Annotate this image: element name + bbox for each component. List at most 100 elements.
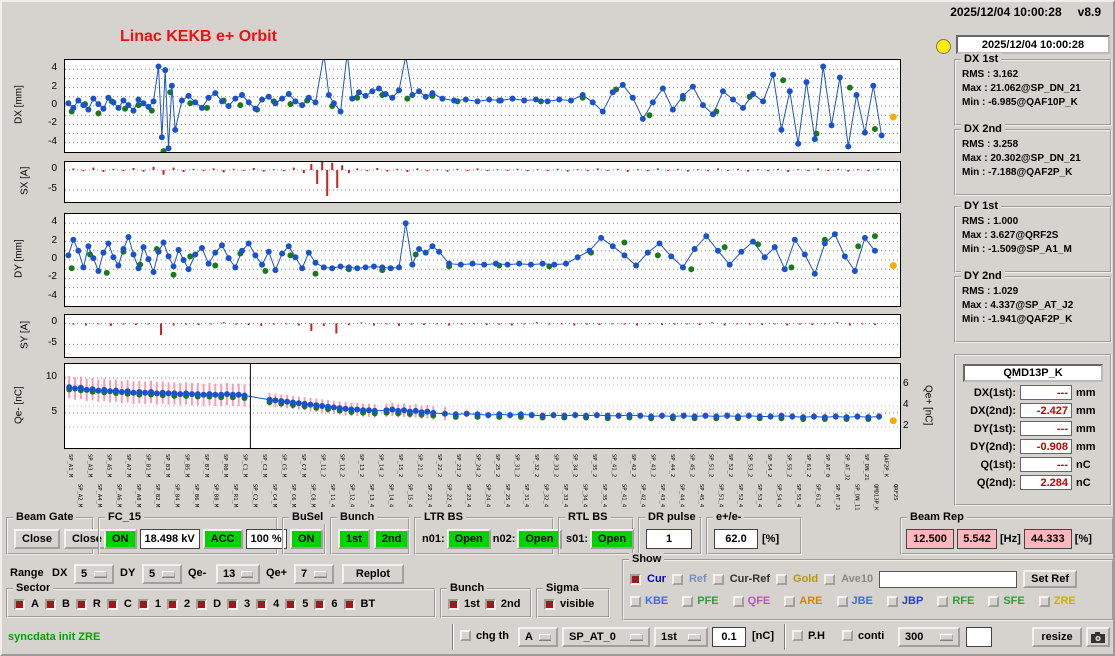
dy-1st-stats: DY 1st RMS : 1.000 Max : 3.627@QRF2S Min… <box>954 200 1112 273</box>
range-dy-select[interactable]: 5 <box>142 564 182 584</box>
show-sfe-checkbox[interactable] <box>988 595 1000 607</box>
monitor-row-value: --- <box>1020 457 1072 472</box>
svg-text:SP_AT_0: SP_AT_0 <box>824 454 830 477</box>
sector-toggle-5[interactable] <box>285 598 297 610</box>
threshold-value[interactable]: 0.1 <box>712 627 746 647</box>
monitor-row-label: Q(1st): <box>980 458 1016 471</box>
chg-th-checkbox[interactable] <box>460 630 471 641</box>
svg-text:SP_C8_M: SP_C8_M <box>310 484 316 508</box>
rtl-s01-open-button[interactable]: Open <box>590 529 635 549</box>
svg-text:SP_34_4: SP_34_4 <box>581 484 587 508</box>
mode-select[interactable]: A <box>518 627 558 647</box>
show-zre-label: ZRE <box>1053 595 1076 607</box>
svg-text:SP_25_2: SP_25_2 <box>494 454 500 477</box>
sector-toggle-a[interactable] <box>14 598 25 610</box>
replot-button[interactable]: Replot <box>342 564 404 584</box>
svg-text:SP_31_2: SP_31_2 <box>513 454 519 477</box>
svg-text:SP_A7_M: SP_A7_M <box>125 454 131 478</box>
beam-rep-value-3: 44.333 <box>1023 529 1072 549</box>
svg-text:SP_15_2: SP_15_2 <box>397 454 403 477</box>
show-pfe-checkbox[interactable] <box>682 595 694 607</box>
extra-field[interactable] <box>966 627 992 647</box>
show-jbp-checkbox[interactable] <box>886 595 898 607</box>
sx-steering-chart[interactable] <box>64 161 901 203</box>
beam-rep-value-2: 5.542 <box>957 529 997 549</box>
sector-toggle-r[interactable] <box>75 598 87 610</box>
show-jbe-checkbox[interactable] <box>836 595 848 607</box>
screenshot-button[interactable] <box>1086 627 1110 647</box>
sector-title: Sector <box>13 582 54 595</box>
bunch-1st-checkbox[interactable] <box>448 598 459 610</box>
bunch-number-select[interactable]: 1st <box>654 627 708 647</box>
sector-toggle-c[interactable] <box>106 598 118 610</box>
sector-toggle-6[interactable] <box>314 598 326 610</box>
sector-toggle-3[interactable] <box>227 598 239 610</box>
svg-text:SP_AT_J1: SP_AT_J1 <box>834 484 840 511</box>
bunch-1st-button[interactable]: 1st <box>338 529 370 549</box>
dx-axis-label: DX [mm] <box>13 85 25 125</box>
show-zre-checkbox[interactable] <box>1038 595 1050 607</box>
show-gold-checkbox[interactable] <box>776 573 788 585</box>
dy-2nd-stats-title: DY 2nd <box>961 270 1005 283</box>
fc15-acc-button[interactable]: ACC <box>202 529 243 549</box>
sector-toggle-2[interactable] <box>166 598 178 610</box>
beam-gate-close-1-button[interactable]: Close <box>14 529 60 549</box>
monitor-row-unit: mm <box>1076 440 1096 453</box>
ltr-n01-open-button[interactable]: Open <box>446 529 491 549</box>
svg-text:SP_21_2: SP_21_2 <box>416 454 422 477</box>
sector-toggle-4[interactable] <box>256 598 268 610</box>
svg-text:SP_22_4: SP_22_4 <box>446 484 452 508</box>
show-qfe-checkbox[interactable] <box>732 595 744 607</box>
range-dx-select[interactable]: 5 <box>74 564 114 584</box>
svg-text:SP_32_2: SP_32_2 <box>533 454 539 477</box>
sector-toggle-d[interactable] <box>196 598 208 610</box>
range-dy-label: DY <box>120 567 136 579</box>
bunch-select-title: Bunch <box>447 582 488 595</box>
svg-text:SP_11_2: SP_11_2 <box>319 454 325 477</box>
svg-text:SP_24_2: SP_24_2 <box>475 454 481 477</box>
monitor-row-value: --- <box>1020 385 1072 400</box>
busel-on-button[interactable]: ON <box>290 529 323 549</box>
monitor-row-unit: nC <box>1076 476 1091 489</box>
svg-text:SP_52_4: SP_52_4 <box>737 484 743 508</box>
dy-orbit-chart[interactable] <box>64 213 901 307</box>
range-qem-select[interactable]: 13 <box>216 564 260 584</box>
show-title: Show <box>629 553 665 566</box>
monitor-select[interactable]: QMD13P_K <box>963 364 1103 382</box>
show-are-checkbox[interactable] <box>784 595 796 607</box>
sigma-visible-checkbox[interactable] <box>544 598 555 610</box>
show-kbe-checkbox[interactable] <box>630 595 641 607</box>
show-ref-checkbox[interactable] <box>671 573 683 585</box>
sector-toggle-b[interactable] <box>44 598 56 610</box>
resize-button[interactable]: resize <box>1032 627 1082 647</box>
show-rfe-checkbox[interactable] <box>937 595 949 607</box>
monitor-row-value: -0.908 <box>1020 439 1072 454</box>
ph-checkbox[interactable] <box>792 630 803 641</box>
monitor-row-value: --- <box>1020 421 1072 436</box>
charge-chart[interactable] <box>64 363 901 449</box>
show-ave10-checkbox[interactable] <box>824 573 836 585</box>
epe-ratio-group: e+/e- 62.0 [%] <box>706 511 802 555</box>
svg-text:SP_54_2: SP_54_2 <box>766 454 772 477</box>
dx-orbit-chart[interactable] <box>64 59 901 153</box>
show-cur-checkbox[interactable] <box>630 573 641 585</box>
separator <box>784 624 786 650</box>
set-ref-button[interactable]: Set Ref <box>1023 570 1078 588</box>
bunch-2nd-button[interactable]: 2nd <box>373 529 410 549</box>
points-select[interactable]: 300 <box>898 627 960 647</box>
show-cur-ref-checkbox[interactable] <box>712 573 724 585</box>
range-qep-select[interactable]: 7 <box>294 564 334 584</box>
sector-toggle-bt[interactable] <box>343 598 355 610</box>
svg-text:SP_51_2: SP_51_2 <box>708 454 714 477</box>
fc15-on-button[interactable]: ON <box>104 529 137 549</box>
sy-steering-chart[interactable] <box>64 314 901 358</box>
qem-axis-label: Qe- [nC] <box>13 386 25 424</box>
sector-toggle-1[interactable] <box>137 598 149 610</box>
ltr-n02-open-button[interactable]: Open <box>517 529 562 549</box>
svg-text:SP_23_4: SP_23_4 <box>465 484 471 508</box>
bpm-select[interactable]: SP_AT_0 <box>562 627 650 647</box>
conti-checkbox[interactable] <box>842 630 853 641</box>
ref-name-input[interactable] <box>879 570 1018 588</box>
bunch-2nd-checkbox[interactable] <box>484 598 496 610</box>
svg-text:SP_A5_M: SP_A5_M <box>106 454 112 478</box>
